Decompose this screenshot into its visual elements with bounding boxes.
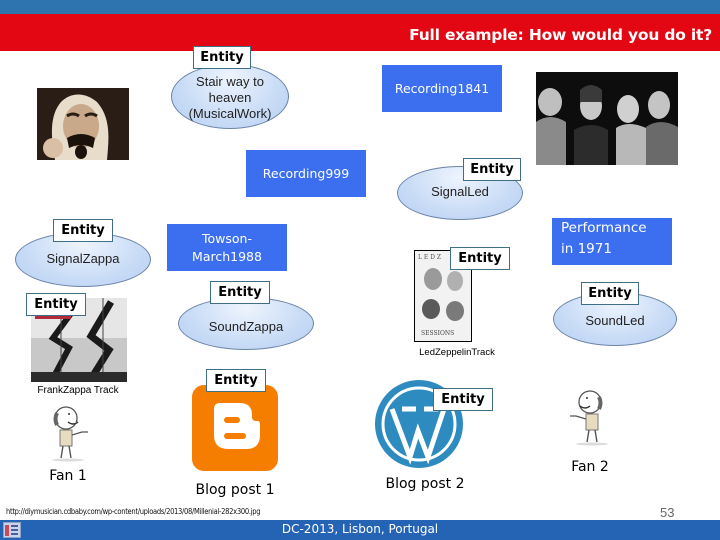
- led-zeppelin-track-caption: LedZeppelinTrack: [419, 347, 495, 358]
- sound-led-label: SoundLed: [585, 313, 645, 328]
- towson-march-1988-node: Towson- March1988: [167, 224, 287, 271]
- svg-text:L E D Z: L E D Z: [418, 254, 441, 261]
- footer-text: DC-2013, Lisbon, Portugal: [281, 522, 439, 536]
- footer-bar: DC-2013, Lisbon, Portugal: [0, 520, 720, 540]
- musical-work-label: Stair way to heaven (MusicalWork): [172, 74, 288, 122]
- musical-work-line1: Stair way to: [196, 74, 264, 89]
- entity-tag-led-zeppelin-track: Entity: [450, 247, 510, 270]
- musical-work-line2: heaven: [208, 90, 252, 105]
- entity-tag-sound-zappa: Entity: [210, 281, 270, 304]
- entity-tag-blog-post-2: Entity: [433, 388, 493, 411]
- fan-1-caption: Fan 1: [49, 468, 87, 484]
- recording-999-node: Recording999: [246, 150, 366, 197]
- signal-zappa-label: SignalZappa: [46, 251, 120, 266]
- performance-line2: in 1971: [561, 241, 612, 257]
- performance-line1: Performance: [561, 220, 647, 236]
- fan-1-illustration: [50, 402, 94, 462]
- frank-zappa-photo: [37, 88, 129, 160]
- towson-line2: March1988: [192, 248, 262, 264]
- svg-text:SESSIONS: SESSIONS: [421, 330, 454, 337]
- frank-zappa-track-caption: FrankZappa Track: [37, 385, 119, 396]
- musical-work-node: Stair way to heaven (MusicalWork): [171, 64, 289, 129]
- blog-post-1-caption: Blog post 1: [195, 482, 275, 498]
- entity-tag-blog-post-1: Entity: [206, 369, 266, 392]
- performance-1971-node: Performance in 1971: [552, 218, 672, 265]
- entity-tag-sound-led: Entity: [581, 282, 639, 305]
- entity-tag-signal-led: Entity: [463, 158, 521, 181]
- towson-line1: Towson-: [202, 230, 252, 246]
- sound-zappa-label: SoundZappa: [208, 319, 284, 334]
- fan-2-caption: Fan 2: [571, 459, 609, 475]
- slide-title: Full example: How would you do it?: [409, 26, 712, 44]
- blogger-icon: [192, 385, 278, 471]
- entity-tag-frank-zappa-track: Entity: [26, 293, 86, 316]
- entity-tag-signal-zappa: Entity: [53, 219, 113, 242]
- signal-led-label: SignalLed: [431, 184, 489, 199]
- page-number: 53: [660, 505, 675, 520]
- recording-1841-node: Recording1841: [382, 65, 502, 112]
- entity-tag-musical-work: Entity: [193, 46, 251, 69]
- led-zeppelin-photo: [536, 72, 678, 165]
- top-band: [0, 0, 720, 14]
- fan-2-illustration: [566, 386, 610, 446]
- title-bar: Full example: How would you do it?: [0, 14, 720, 51]
- blog-post-2-caption: Blog post 2: [385, 476, 465, 492]
- image-credit-url[interactable]: http://diymusician.cdbaby.com/wp-content…: [6, 507, 261, 516]
- musical-work-line3: (MusicalWork): [188, 106, 272, 121]
- sound-zappa-node: SoundZappa: [178, 297, 314, 350]
